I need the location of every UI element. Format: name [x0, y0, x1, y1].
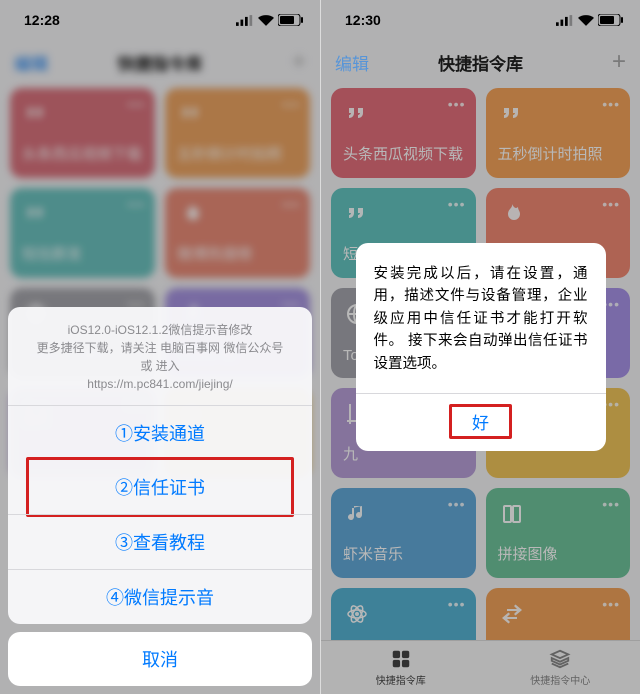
sheet-header: iOS12.0-iOS12.1.2微信提示音修改 更多捷径下载，请关注 电脑百事…: [8, 307, 312, 405]
edit-button[interactable]: 编辑: [335, 50, 369, 75]
action-sheet: iOS12.0-iOS12.1.2微信提示音修改 更多捷径下载，请关注 电脑百事…: [8, 307, 312, 686]
sheet-option-wechat-sound[interactable]: ④微信提示音: [8, 569, 312, 624]
sheet-option-tutorial[interactable]: ③查看教程: [8, 514, 312, 569]
sheet-option-install[interactable]: ①安装通道: [8, 405, 312, 460]
alert-ok-button[interactable]: 好: [449, 404, 512, 439]
sheet-line2: 更多捷径下载，请关注 电脑百事网 微信公众号 或 进入: [30, 339, 290, 375]
sheet-line1: iOS12.0-iOS12.1.2微信提示音修改: [30, 321, 290, 339]
sheet-cancel[interactable]: 取消: [8, 632, 312, 686]
sheet-option-trust-cert[interactable]: ②信任证书: [26, 457, 294, 517]
sheet-line3: https://m.pc841.com/jiejing/: [30, 375, 290, 393]
alert-message: 安装完成以后，请在设置，通用，描述文件与设备管理，企业级应用中信任证书才能打开软…: [356, 243, 606, 393]
alert-dialog: 安装完成以后，请在设置，通用，描述文件与设备管理，企业级应用中信任证书才能打开软…: [356, 243, 606, 451]
dim-overlay[interactable]: 安装完成以后，请在设置，通用，描述文件与设备管理，企业级应用中信任证书才能打开软…: [321, 0, 640, 694]
phone-left: 12:28 编辑 快捷指令库 + •••头条西瓜视频下载•••五秒倒计时拍照••…: [0, 0, 320, 694]
phone-right: 12:30 编辑 快捷指令库 + •••头条西瓜视频下载•••五秒倒计时拍照••…: [320, 0, 640, 694]
